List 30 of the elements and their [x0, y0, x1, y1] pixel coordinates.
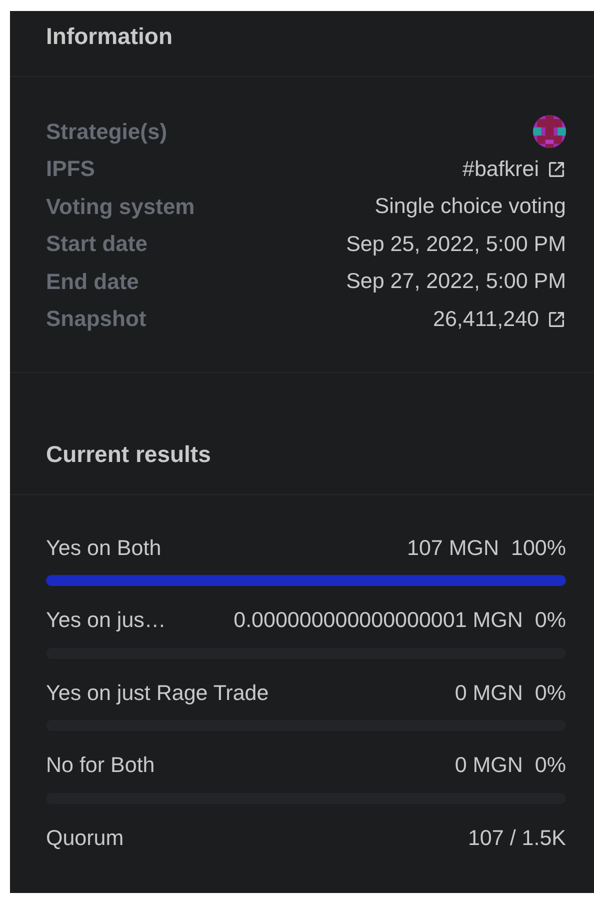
field-label: IPFS — [46, 156, 95, 182]
external-link-icon[interactable] — [547, 160, 566, 179]
field-label: Strategie(s) — [46, 118, 168, 145]
vote-amount: 0.000000000000000001 MGN — [234, 608, 523, 633]
quorum-label: Quorum — [46, 826, 124, 850]
external-link-icon[interactable] — [547, 310, 566, 329]
vote-percent: 0% — [534, 753, 566, 778]
field-label: Voting system — [46, 194, 195, 220]
choice-label: No for Both — [46, 753, 155, 778]
avatar-icon[interactable] — [533, 115, 566, 148]
vote-amount: 0 MGN — [454, 753, 523, 778]
field-label: Start date — [46, 231, 148, 258]
section-title: Information — [46, 23, 172, 49]
choice-label: Yes on Both — [46, 536, 162, 560]
quorum-value: 107 / 1.5K — [468, 826, 566, 850]
choice-label: Yes on jus… — [46, 608, 166, 633]
field-label: End date — [46, 268, 139, 295]
vote-percent: 0% — [534, 680, 566, 706]
vote-amount: 107 MGN — [406, 536, 499, 560]
field-value: Single choice voting — [374, 194, 566, 220]
value-link[interactable]: #bafkrei — [462, 156, 539, 182]
value-link[interactable]: 26,411,240 — [432, 306, 539, 332]
vote-amount: 0 MGN — [454, 680, 523, 706]
field-value: Sep 27, 2022, 5:00 PM — [346, 269, 566, 294]
field-label: Snapshot — [46, 306, 146, 332]
vote-percent: 100% — [511, 536, 566, 560]
section-title: Current results — [46, 441, 211, 467]
choice-label: Yes on just Rage Trade — [46, 680, 269, 706]
vote-percent: 0% — [534, 608, 566, 633]
field-value: Sep 25, 2022, 5:00 PM — [346, 232, 566, 257]
